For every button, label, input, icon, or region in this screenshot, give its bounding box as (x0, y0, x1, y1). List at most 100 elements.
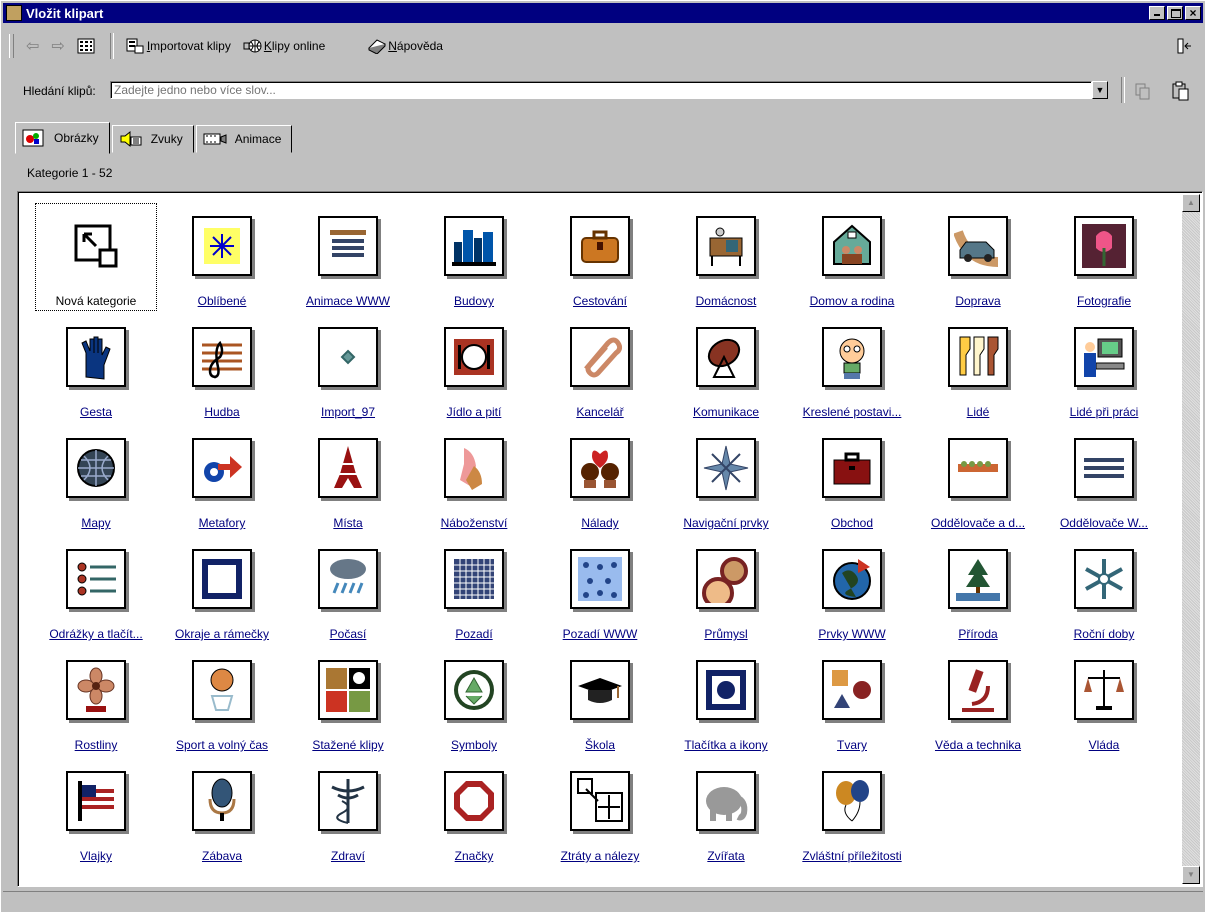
category-item[interactable]: Tlačítka a ikony (664, 646, 788, 756)
category-item[interactable]: Sport a volný čas (160, 646, 284, 756)
shapes-icon[interactable] (822, 660, 882, 720)
copy-button[interactable] (1133, 81, 1153, 101)
category-label[interactable]: Příroda (916, 627, 1040, 641)
category-item[interactable]: Ztráty a nálezy (538, 757, 662, 867)
category-label[interactable]: Hudba (160, 405, 284, 419)
category-label[interactable]: Navigační prvky (664, 516, 788, 530)
household-icon[interactable] (696, 216, 756, 276)
category-label[interactable]: Oddělovače a d... (916, 516, 1040, 530)
home-family-icon[interactable] (822, 216, 882, 276)
category-item[interactable]: Cestování (538, 202, 662, 312)
category-label[interactable]: Nová kategorie (34, 294, 158, 308)
metaphor-arrow-icon[interactable] (192, 438, 252, 498)
balloons-icon[interactable] (822, 771, 882, 831)
category-label[interactable]: Sport a volný čas (160, 738, 284, 752)
category-label[interactable]: Věda a technika (916, 738, 1040, 752)
microphone-icon[interactable] (192, 771, 252, 831)
category-label[interactable]: Vlajky (34, 849, 158, 863)
category-item[interactable]: Značky (412, 757, 536, 867)
weather-cloud-icon[interactable] (318, 549, 378, 609)
category-item[interactable]: Stažené klipy (286, 646, 410, 756)
category-label[interactable]: Oddělovače W... (1042, 516, 1166, 530)
import-diamond-icon[interactable] (318, 327, 378, 387)
category-label[interactable]: Okraje a rámečky (160, 627, 284, 641)
category-item[interactable]: Lidé při práci (1042, 313, 1166, 423)
category-item[interactable]: Budovy (412, 202, 536, 312)
snowflake-icon[interactable] (1074, 549, 1134, 609)
tab-pictures[interactable]: Obrázky (15, 122, 110, 154)
category-label[interactable]: Zdraví (286, 849, 410, 863)
category-label[interactable]: Oblíbené (160, 294, 284, 308)
category-label[interactable]: Zvířata (664, 849, 788, 863)
couple-heart-icon[interactable] (570, 438, 630, 498)
bullets-icon[interactable] (66, 549, 126, 609)
category-item[interactable]: Průmysl (664, 535, 788, 645)
recycle-icon[interactable] (444, 660, 504, 720)
maximize-button[interactable] (1167, 6, 1183, 20)
category-item[interactable]: Fotografie (1042, 202, 1166, 312)
category-item[interactable]: Hudba (160, 313, 284, 423)
people-working-icon[interactable] (1074, 327, 1134, 387)
category-label[interactable]: Gesta (34, 405, 158, 419)
background-grid-icon[interactable] (444, 549, 504, 609)
category-label[interactable]: Cestování (538, 294, 662, 308)
category-item[interactable]: Vláda (1042, 646, 1166, 756)
category-item[interactable]: Příroda (916, 535, 1040, 645)
category-item[interactable]: Nová kategorie (34, 202, 158, 312)
category-item[interactable]: Okraje a rámečky (160, 535, 284, 645)
web-globe-icon[interactable] (822, 549, 882, 609)
category-label[interactable]: Obchod (790, 516, 914, 530)
category-item[interactable]: Roční doby (1042, 535, 1166, 645)
scroll-down-button[interactable]: ▼ (1182, 866, 1200, 884)
category-item[interactable]: Rostliny (34, 646, 158, 756)
scroll-up-button[interactable]: ▲ (1182, 194, 1200, 212)
category-label[interactable]: Náboženství (412, 516, 536, 530)
category-label[interactable]: Tlačítka a ikony (664, 738, 788, 752)
category-item[interactable]: Oddělovače a d... (916, 424, 1040, 534)
category-label[interactable]: Prvky WWW (790, 627, 914, 641)
category-label[interactable]: Stažené klipy (286, 738, 410, 752)
category-item[interactable]: Import_97 (286, 313, 410, 423)
gears-icon[interactable] (696, 549, 756, 609)
category-item[interactable]: Zdraví (286, 757, 410, 867)
vertical-scrollbar[interactable]: ▲ ▼ (1182, 194, 1200, 884)
category-label[interactable]: Kancelář (538, 405, 662, 419)
sign-octagon-icon[interactable] (444, 771, 504, 831)
category-item[interactable]: Jídlo a pití (412, 313, 536, 423)
category-label[interactable]: Komunikace (664, 405, 788, 419)
scales-icon[interactable] (1074, 660, 1134, 720)
category-label[interactable]: Roční doby (1042, 627, 1166, 641)
microscope-icon[interactable] (948, 660, 1008, 720)
lost-found-icon[interactable] (570, 771, 630, 831)
category-item[interactable]: Doprava (916, 202, 1040, 312)
briefcase-icon[interactable] (822, 438, 882, 498)
category-label[interactable]: Doprava (916, 294, 1040, 308)
back-button[interactable]: ⇦ (20, 34, 45, 58)
category-item[interactable]: Náboženství (412, 424, 536, 534)
category-item[interactable]: Gesta (34, 313, 158, 423)
divider-icon[interactable] (948, 438, 1008, 498)
category-label[interactable]: Škola (538, 738, 662, 752)
category-label[interactable]: Domov a rodina (790, 294, 914, 308)
category-item[interactable]: Pozadí WWW (538, 535, 662, 645)
new-category-icon[interactable] (66, 216, 126, 276)
category-item[interactable]: Mapy (34, 424, 158, 534)
tab-sounds[interactable]: Zvuky (111, 125, 194, 153)
category-label[interactable]: Zvláštní příležitosti (790, 849, 914, 863)
elephant-icon[interactable] (696, 771, 756, 831)
religion-hands-icon[interactable] (444, 438, 504, 498)
globe-icon[interactable] (66, 438, 126, 498)
category-item[interactable]: Domácnost (664, 202, 788, 312)
search-dropdown-button[interactable]: ▼ (1092, 81, 1108, 99)
minimize-button[interactable] (1149, 6, 1165, 20)
button-icon[interactable] (696, 660, 756, 720)
category-label[interactable]: Místa (286, 516, 410, 530)
paperclip-icon[interactable] (570, 327, 630, 387)
eiffel-tower-icon[interactable] (318, 438, 378, 498)
category-label[interactable]: Vláda (1042, 738, 1166, 752)
music-clef-icon[interactable] (192, 327, 252, 387)
all-categories-button[interactable] (71, 34, 104, 58)
category-label[interactable]: Mapy (34, 516, 158, 530)
category-item[interactable]: Animace WWW (286, 202, 410, 312)
category-item[interactable]: Oblíbené (160, 202, 284, 312)
